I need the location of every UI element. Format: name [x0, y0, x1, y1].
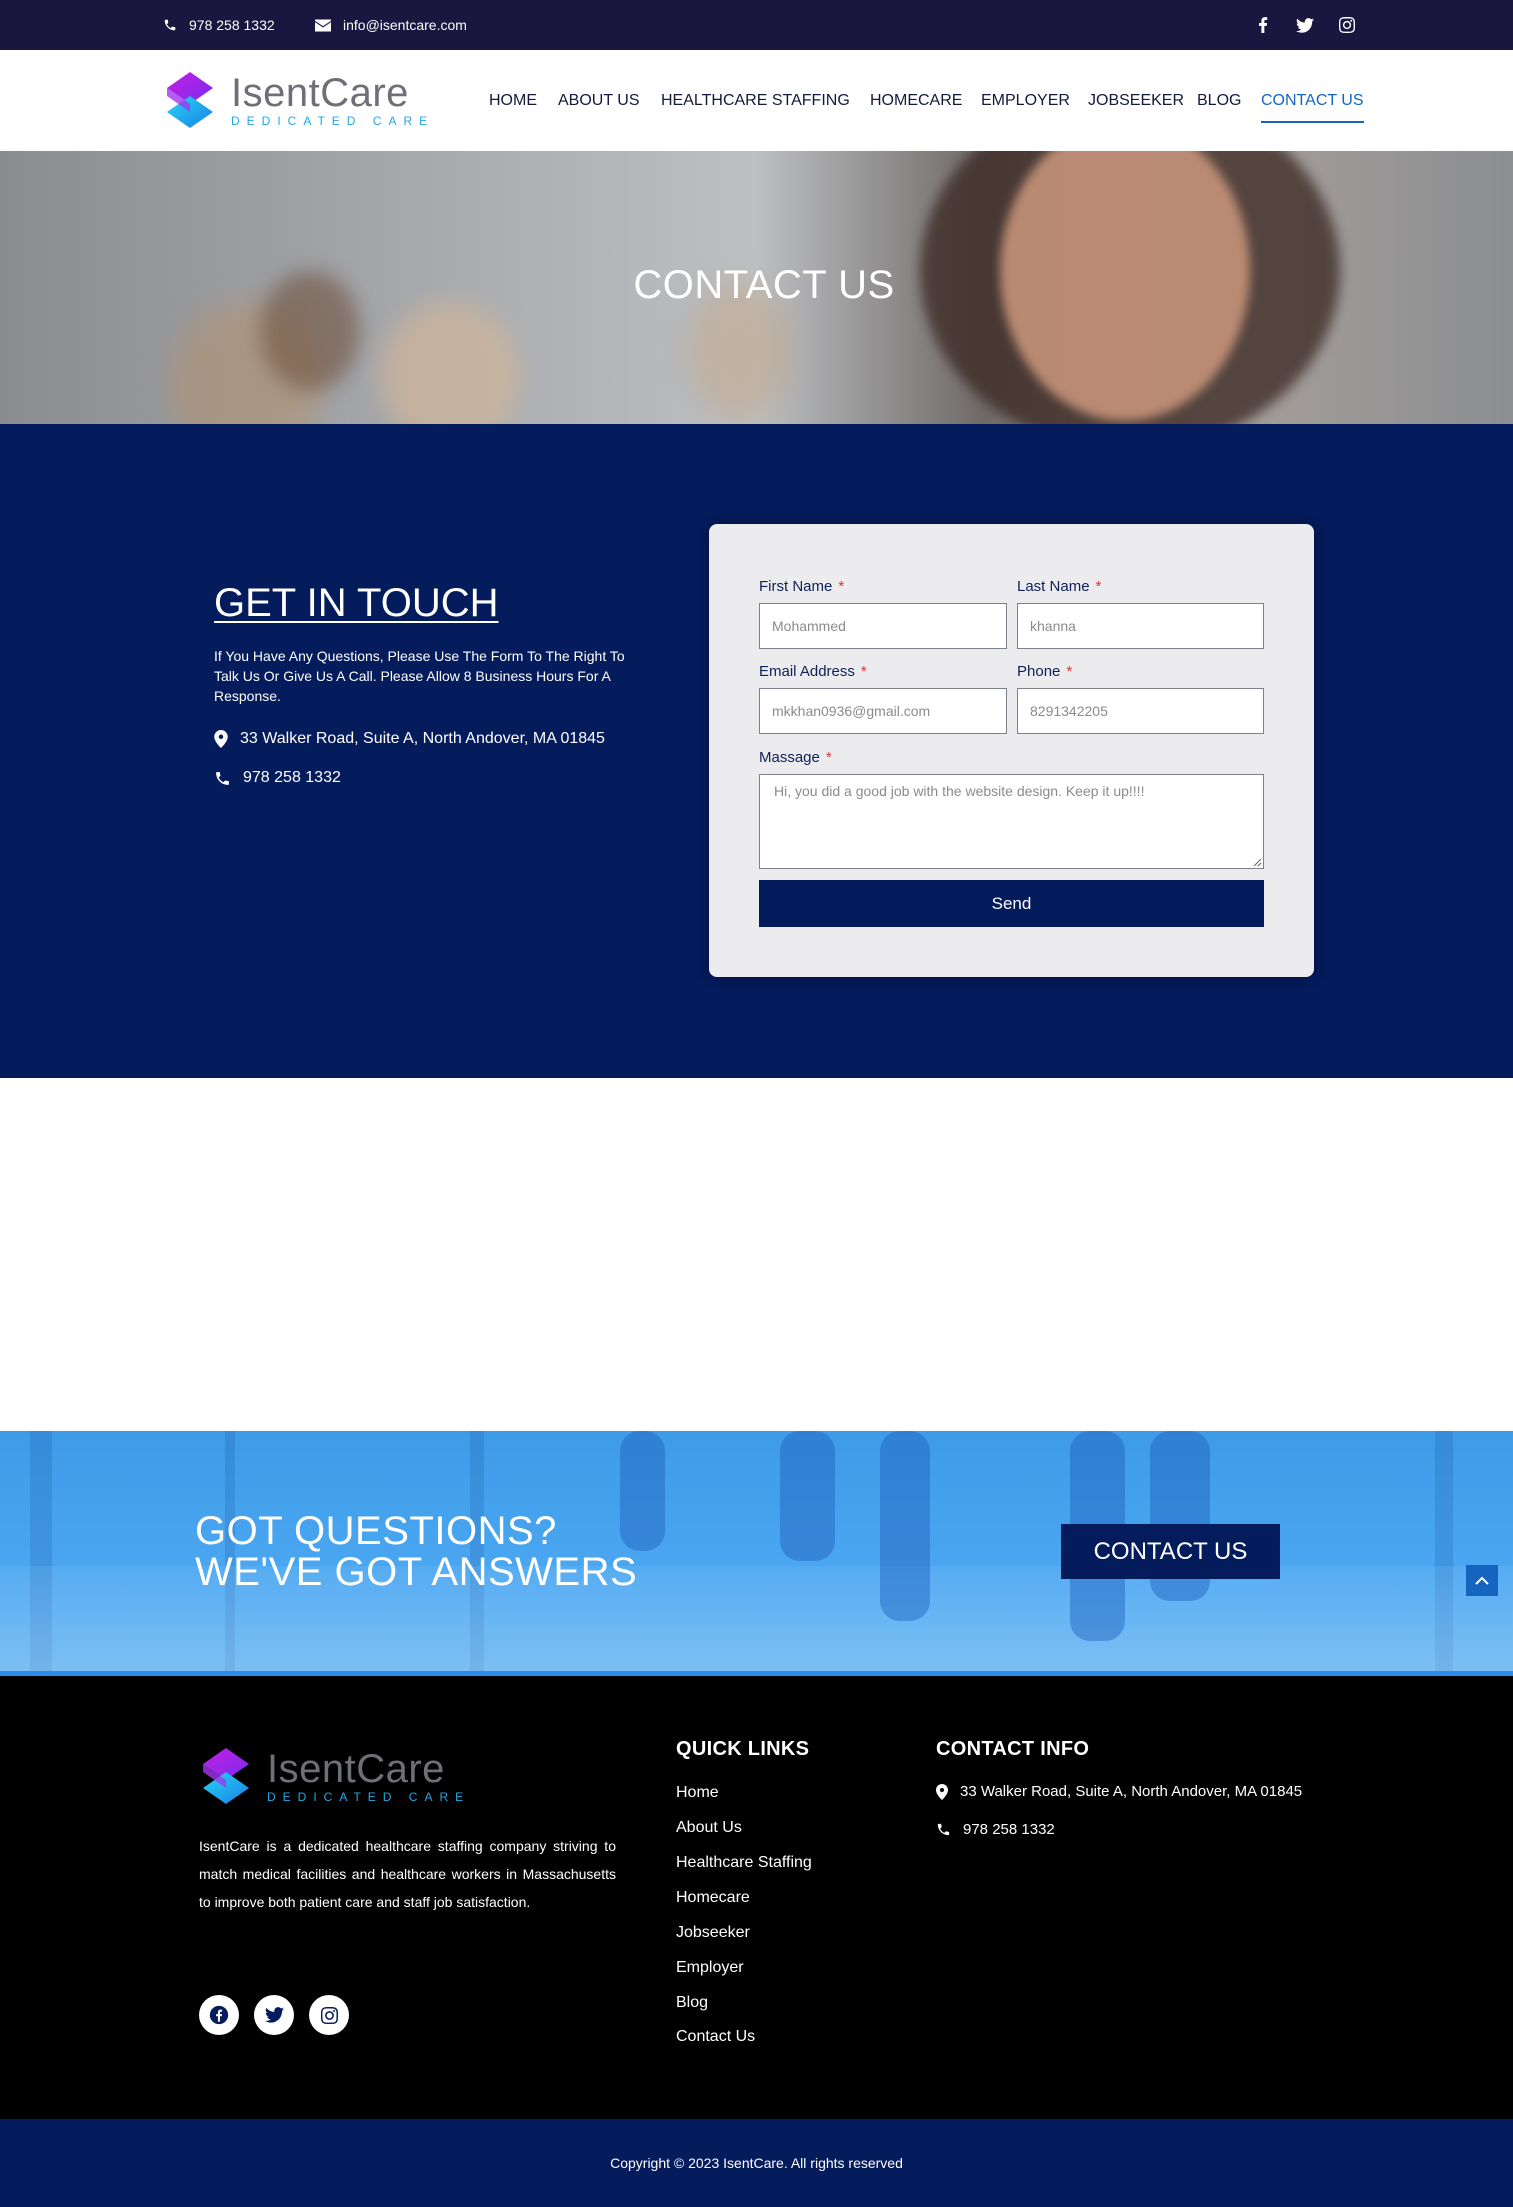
- resize-handle-icon[interactable]: [1253, 858, 1262, 867]
- nav-homecare[interactable]: HOMECARE: [870, 92, 962, 110]
- last-name-field[interactable]: khanna: [1017, 603, 1264, 649]
- twitter-icon[interactable]: [1296, 16, 1314, 34]
- footer-link-homecare[interactable]: Homecare: [676, 1889, 750, 1907]
- copyright-bar: Copyright © 2023 IsentCare. All rights r…: [0, 2119, 1513, 2207]
- contact-address-text: 33 Walker Road, Suite A, North Andover, …: [240, 730, 605, 747]
- nav-healthcare-staffing[interactable]: HEALTHCARE STAFFING: [661, 92, 850, 110]
- contact-address: 33 Walker Road, Suite A, North Andover, …: [214, 730, 605, 748]
- map-marker-icon: [214, 730, 228, 748]
- facebook-icon[interactable]: [1254, 16, 1272, 34]
- footer-logo[interactable]: IsentCare DEDICATED CARE: [199, 1746, 470, 1806]
- top-bar: 978 258 1332 info@isentcare.com: [0, 0, 1513, 50]
- footer-address: 33 Walker Road, Suite A, North Andover, …: [936, 1783, 1302, 1800]
- twitter-icon[interactable]: [254, 1995, 294, 2035]
- site-logo[interactable]: IsentCare DEDICATED CARE: [163, 70, 434, 130]
- footer-logo-name: IsentCare: [267, 1747, 445, 1791]
- envelope-icon: [315, 19, 331, 31]
- cta-bg-leg-3: [880, 1431, 930, 1621]
- first-name-label: First Name *: [759, 578, 845, 595]
- contact-info-title: CONTACT INFO: [936, 1738, 1090, 1760]
- get-in-touch-description: If You Have Any Questions, Please Use Th…: [214, 648, 625, 704]
- instagram-icon[interactable]: [1338, 16, 1356, 34]
- phone-icon: [164, 19, 176, 31]
- topbar-phone[interactable]: 978 258 1332: [163, 0, 275, 50]
- map-marker-icon: [936, 1783, 948, 1800]
- logo-mark-icon: [167, 72, 213, 128]
- nav-home[interactable]: HOME: [489, 92, 537, 110]
- footer-link-healthcare-staffing[interactable]: Healthcare Staffing: [676, 1854, 812, 1872]
- topbar-socials-2: [1296, 0, 1314, 50]
- quick-links-title: QUICK LINKS: [676, 1738, 810, 1760]
- facebook-icon[interactable]: [199, 1995, 239, 2035]
- topbar-socials: [1254, 0, 1272, 50]
- chevron-up-icon: [1475, 1576, 1489, 1585]
- message-field[interactable]: Hi, you did a good job with the website …: [759, 774, 1264, 869]
- footer-link-home[interactable]: Home: [676, 1784, 719, 1802]
- cta-heading: GOT QUESTIONS? WE'VE GOT ANSWERS: [195, 1509, 638, 1594]
- contact-form: First Name * Mohammed Last Name * khanna E…: [709, 524, 1314, 977]
- cta-contact-us-button[interactable]: CONTACT US: [1061, 1524, 1280, 1579]
- logo-mark-icon: [203, 1748, 249, 1804]
- hero-bg-person-3: [380, 301, 520, 424]
- hero-title: CONTACT US: [633, 263, 895, 307]
- footer-link-jobseeker[interactable]: Jobseeker: [676, 1924, 750, 1942]
- footer-link-blog[interactable]: Blog: [676, 1994, 708, 2012]
- copyright-text: Copyright © 2023 IsentCare. All rights r…: [610, 2155, 903, 2171]
- send-button[interactable]: Send: [759, 880, 1264, 927]
- phone-label: Phone *: [1017, 663, 1073, 680]
- phone-icon: [937, 1823, 950, 1836]
- topbar-email[interactable]: info@isentcare.com: [315, 0, 467, 50]
- topbar-phone-text: 978 258 1332: [189, 17, 275, 33]
- hero-banner: CONTACT US: [0, 151, 1513, 424]
- contact-section: GET IN TOUCH If You Have Any Questions, …: [0, 424, 1513, 1078]
- footer-address-text: 33 Walker Road, Suite A, North Andover, …: [960, 1783, 1303, 1800]
- scroll-to-top-button[interactable]: [1466, 1565, 1498, 1596]
- site-footer: IsentCare DEDICATED CARE IsentCare is a …: [0, 1676, 1513, 2119]
- cta-banner: GOT QUESTIONS? WE'VE GOT ANSWERS CONTACT …: [0, 1431, 1513, 1676]
- nav-employer[interactable]: EMPLOYER: [981, 92, 1070, 110]
- instagram-icon[interactable]: [309, 1995, 349, 2035]
- get-in-touch-title: GET IN TOUCH: [214, 581, 499, 625]
- footer-link-employer[interactable]: Employer: [676, 1959, 744, 1977]
- nav-about-us[interactable]: ABOUT US: [558, 92, 640, 110]
- topbar-socials-3: [1338, 0, 1356, 50]
- phone-field[interactable]: 8291342205: [1017, 688, 1264, 734]
- contact-phone-text: 978 258 1332: [243, 769, 341, 786]
- first-name-field[interactable]: Mohammed: [759, 603, 1007, 649]
- nav-blog[interactable]: BLOG: [1197, 92, 1241, 110]
- nav-jobseeker[interactable]: JOBSEEKER: [1088, 92, 1184, 110]
- footer-link-about-us[interactable]: About Us: [676, 1819, 742, 1837]
- logo-name: IsentCare: [231, 71, 409, 115]
- phone-icon: [216, 771, 229, 785]
- email-label: Email Address *: [759, 663, 867, 680]
- cta-bg-leg-2: [780, 1431, 835, 1561]
- last-name-label: Last Name *: [1017, 578, 1102, 595]
- footer-link-contact-us[interactable]: Contact Us: [676, 2028, 755, 2046]
- footer-socials: [199, 1995, 349, 2035]
- nav-active-indicator: [1261, 121, 1364, 123]
- footer-about-text: IsentCare is a dedicated healthcare staf…: [199, 1838, 616, 1910]
- topbar-email-text: info@isentcare.com: [343, 17, 467, 33]
- footer-phone[interactable]: 978 258 1332: [936, 1821, 1055, 1838]
- logo-tagline: DEDICATED CARE: [231, 114, 435, 128]
- contact-phone[interactable]: 978 258 1332: [214, 769, 341, 787]
- footer-logo-tagline: DEDICATED CARE: [267, 1790, 471, 1804]
- nav-contact-us[interactable]: CONTACT US: [1261, 92, 1364, 110]
- email-field[interactable]: mkkhan0936@gmail.com: [759, 688, 1007, 734]
- footer-phone-text: 978 258 1332: [963, 1821, 1055, 1838]
- site-header: IsentCare DEDICATED CARE HOME ABOUT US H…: [0, 50, 1513, 151]
- message-label: Massage *: [759, 749, 832, 766]
